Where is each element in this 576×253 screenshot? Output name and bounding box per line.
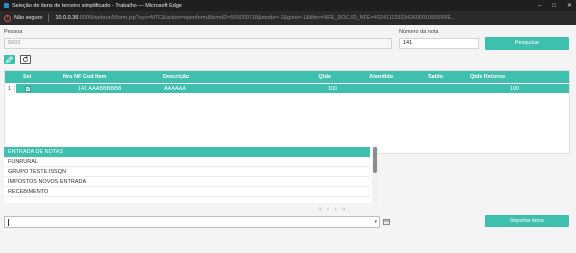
list-item[interactable]: IMPOSTOS NOVOS ENTRADA bbox=[4, 177, 370, 187]
check-icon bbox=[26, 87, 30, 91]
cell-descricao: AAAAAA bbox=[164, 85, 187, 92]
col-saldo[interactable]: Saldo bbox=[405, 71, 443, 83]
prev-page-button[interactable]: ‹ bbox=[327, 206, 329, 213]
window-title: Seleção de itens de terceiro simplificad… bbox=[12, 2, 182, 9]
table-row[interactable]: 141 AAABBBBBB AAAAAA 100 100 bbox=[16, 84, 569, 93]
address-bar[interactable]: ! Não seguro 10.0.0.36 :5000/webrun5/for… bbox=[0, 11, 576, 25]
numero-nota-label: Número da nota bbox=[399, 29, 439, 35]
address-path[interactable]: :5000/webrun5/form.jsp?sys=MTC&action=op… bbox=[78, 15, 455, 21]
import-items-button[interactable]: Importar itens bbox=[485, 215, 569, 227]
maximize-button[interactable]: □ bbox=[552, 3, 556, 9]
col-atendido[interactable]: Atendido bbox=[345, 71, 393, 83]
insecure-label[interactable]: Não seguro bbox=[14, 15, 42, 21]
operation-dropdown-list: ENTRADA DE NOTAS FUNRURAL GRUPO TESTE IS… bbox=[4, 145, 378, 203]
row-checkbox[interactable] bbox=[25, 84, 31, 93]
refresh-button[interactable] bbox=[20, 55, 31, 64]
cell-qtde: 100 bbox=[327, 85, 337, 92]
refresh-icon bbox=[22, 56, 29, 63]
edit-button[interactable] bbox=[4, 55, 15, 64]
address-host[interactable]: 10.0.0.36 bbox=[55, 15, 78, 21]
calendar-icon[interactable] bbox=[383, 219, 390, 225]
minimize-button[interactable]: – bbox=[538, 3, 541, 9]
items-grid: Sel Nro NF Cod Item Descrição Qtde Atend… bbox=[4, 70, 570, 154]
list-item[interactable]: FUNRURAL bbox=[4, 157, 370, 167]
address-divider bbox=[48, 14, 50, 22]
cell-qtde-retorno: 100 bbox=[509, 85, 519, 92]
cell-atendido bbox=[345, 84, 393, 93]
last-page-button[interactable]: » bbox=[342, 206, 346, 213]
next-page-button[interactable]: › bbox=[334, 206, 336, 213]
list-scrollbar[interactable] bbox=[372, 145, 378, 203]
col-nro-nf-cod-item[interactable]: Nro NF Cod Item bbox=[63, 71, 106, 83]
row-number: 1 bbox=[5, 84, 15, 93]
pencil-icon bbox=[6, 56, 13, 63]
pessoa-field[interactable]: 5693 bbox=[4, 38, 392, 49]
operation-combo-input[interactable]: ▾ bbox=[4, 216, 380, 228]
chevron-down-icon[interactable]: ▾ bbox=[374, 219, 377, 225]
list-item[interactable]: RECEBIMENTO bbox=[4, 187, 370, 197]
app-icon bbox=[4, 3, 9, 8]
window-titlebar: Seleção de itens de terceiro simplificad… bbox=[0, 0, 576, 11]
col-qtde-retorno[interactable]: Qtde Retorno bbox=[453, 71, 505, 83]
list-item[interactable]: ENTRADA DE NOTAS bbox=[4, 147, 370, 157]
list-item[interactable]: GRUPO TESTE ISSQN bbox=[4, 167, 370, 177]
cell-nro-nf-cod-item: 141 AAABBBBBB bbox=[78, 85, 122, 92]
page-content: Pessoa 5693 Número da nota 141 Pesquisar… bbox=[0, 25, 576, 253]
insecure-warning-icon[interactable]: ! bbox=[4, 14, 11, 22]
list-scrollbar-thumb[interactable] bbox=[373, 147, 377, 173]
col-qtde[interactable]: Qtde bbox=[285, 71, 331, 83]
grid-header: Sel Nro NF Cod Item Descrição Qtde Atend… bbox=[5, 71, 569, 83]
first-page-button[interactable]: « bbox=[318, 206, 322, 213]
text-caret bbox=[8, 219, 9, 226]
close-button[interactable]: ✕ bbox=[567, 2, 572, 9]
pager: « ‹ › » bbox=[318, 206, 346, 213]
numero-nota-field[interactable]: 141 bbox=[399, 38, 479, 49]
search-button[interactable]: Pesquisar bbox=[485, 37, 569, 50]
col-descricao[interactable]: Descrição bbox=[163, 71, 189, 83]
col-sel[interactable]: Sel bbox=[23, 71, 31, 83]
cell-saldo bbox=[405, 84, 443, 93]
pessoa-label: Pessoa bbox=[4, 29, 23, 35]
